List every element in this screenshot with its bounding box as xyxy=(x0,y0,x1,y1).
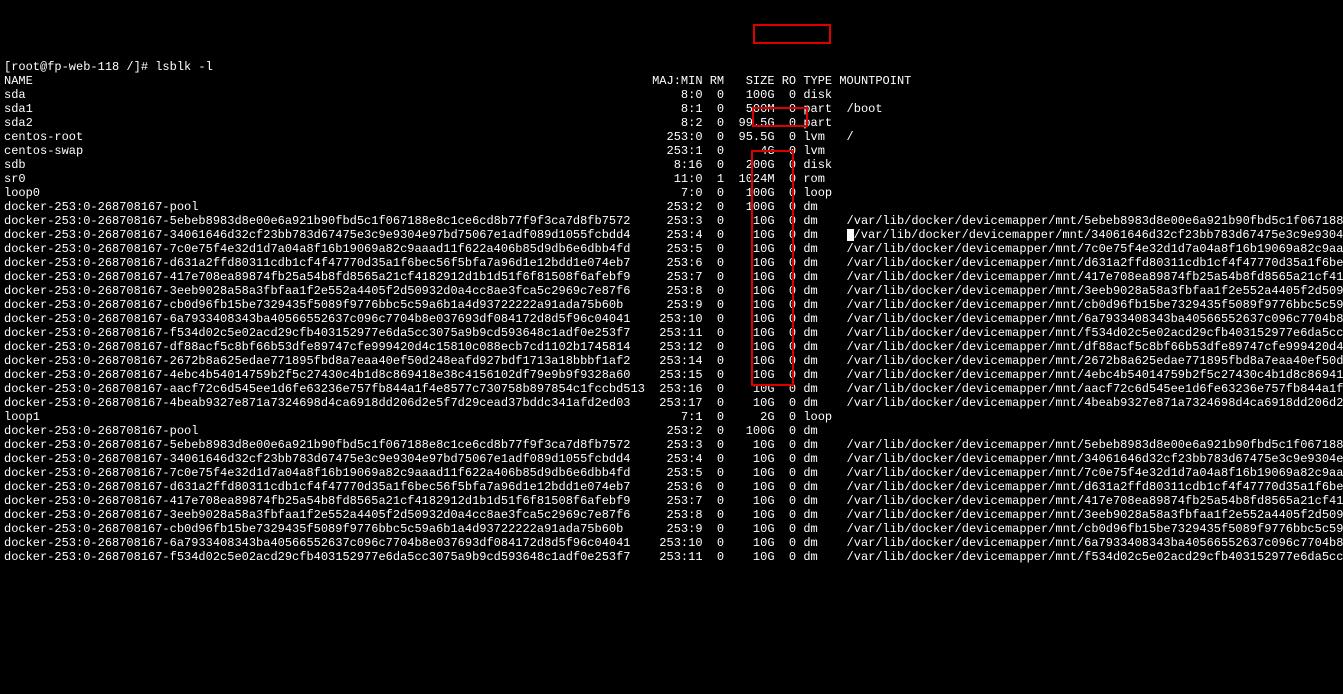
terminal-line: centos-root 253:0 0 95.5G 0 lvm / xyxy=(4,130,1343,144)
terminal-line: docker-253:0-268708167-34061646d32cf23bb… xyxy=(4,228,1343,242)
highlight-box-disk-sda xyxy=(753,24,831,44)
terminal-line: docker-253:0-268708167-417e708ea89874fb2… xyxy=(4,270,1343,284)
text-cursor xyxy=(847,229,854,241)
terminal-line: docker-253:0-268708167-6a7933408343ba405… xyxy=(4,536,1343,550)
terminal-output[interactable]: [root@fp-web-118 /]# lsblk -lNAME MAJ:MI… xyxy=(4,60,1343,564)
terminal-line: docker-253:0-268708167-5ebeb8983d8e00e6a… xyxy=(4,214,1343,228)
terminal-line: docker-253:0-268708167-f534d02c5e02acd29… xyxy=(4,326,1343,340)
terminal-line: docker-253:0-268708167-d631a2ffd80311cdb… xyxy=(4,480,1343,494)
terminal-line: sda 8:0 0 100G 0 disk xyxy=(4,88,1343,102)
terminal-line: sr0 11:0 1 1024M 0 rom xyxy=(4,172,1343,186)
terminal-line: docker-253:0-268708167-4beab9327e871a732… xyxy=(4,396,1343,410)
terminal-line: docker-253:0-268708167-7c0e75f4e32d1d7a0… xyxy=(4,466,1343,480)
terminal-line: docker-253:0-268708167-pool 253:2 0 100G… xyxy=(4,424,1343,438)
terminal-line: docker-253:0-268708167-34061646d32cf23bb… xyxy=(4,452,1343,466)
terminal-line: docker-253:0-268708167-d631a2ffd80311cdb… xyxy=(4,256,1343,270)
terminal-line: docker-253:0-268708167-2672b8a625edae771… xyxy=(4,354,1343,368)
terminal-line: NAME MAJ:MIN RM SIZE RO TYPE MOUNTPOINT xyxy=(4,74,1343,88)
terminal-line: docker-253:0-268708167-4ebc4b54014759b2f… xyxy=(4,368,1343,382)
terminal-line: docker-253:0-268708167-cb0d96fb15be73294… xyxy=(4,522,1343,536)
terminal-line: sda2 8:2 0 99.5G 0 part xyxy=(4,116,1343,130)
terminal-line: docker-253:0-268708167-3eeb9028a58a3fbfa… xyxy=(4,508,1343,522)
terminal-line: [root@fp-web-118 /]# lsblk -l xyxy=(4,60,1343,74)
terminal-line: docker-253:0-268708167-aacf72c6d545ee1d6… xyxy=(4,382,1343,396)
terminal-line: docker-253:0-268708167-pool 253:2 0 100G… xyxy=(4,200,1343,214)
terminal-line: docker-253:0-268708167-5ebeb8983d8e00e6a… xyxy=(4,438,1343,452)
terminal-line: loop0 7:0 0 100G 0 loop xyxy=(4,186,1343,200)
terminal-line: loop1 7:1 0 2G 0 loop xyxy=(4,410,1343,424)
terminal-line: docker-253:0-268708167-3eeb9028a58a3fbfa… xyxy=(4,284,1343,298)
terminal-line: centos-swap 253:1 0 4G 0 lvm xyxy=(4,144,1343,158)
terminal-line: docker-253:0-268708167-df88acf5c8bf66b53… xyxy=(4,340,1343,354)
terminal-line: docker-253:0-268708167-6a7933408343ba405… xyxy=(4,312,1343,326)
terminal-line: docker-253:0-268708167-7c0e75f4e32d1d7a0… xyxy=(4,242,1343,256)
terminal-line: docker-253:0-268708167-f534d02c5e02acd29… xyxy=(4,550,1343,564)
terminal-line: docker-253:0-268708167-417e708ea89874fb2… xyxy=(4,494,1343,508)
terminal-line: sdb 8:16 0 200G 0 disk xyxy=(4,158,1343,172)
terminal-line: sda1 8:1 0 500M 0 part /boot xyxy=(4,102,1343,116)
terminal-line: docker-253:0-268708167-cb0d96fb15be73294… xyxy=(4,298,1343,312)
